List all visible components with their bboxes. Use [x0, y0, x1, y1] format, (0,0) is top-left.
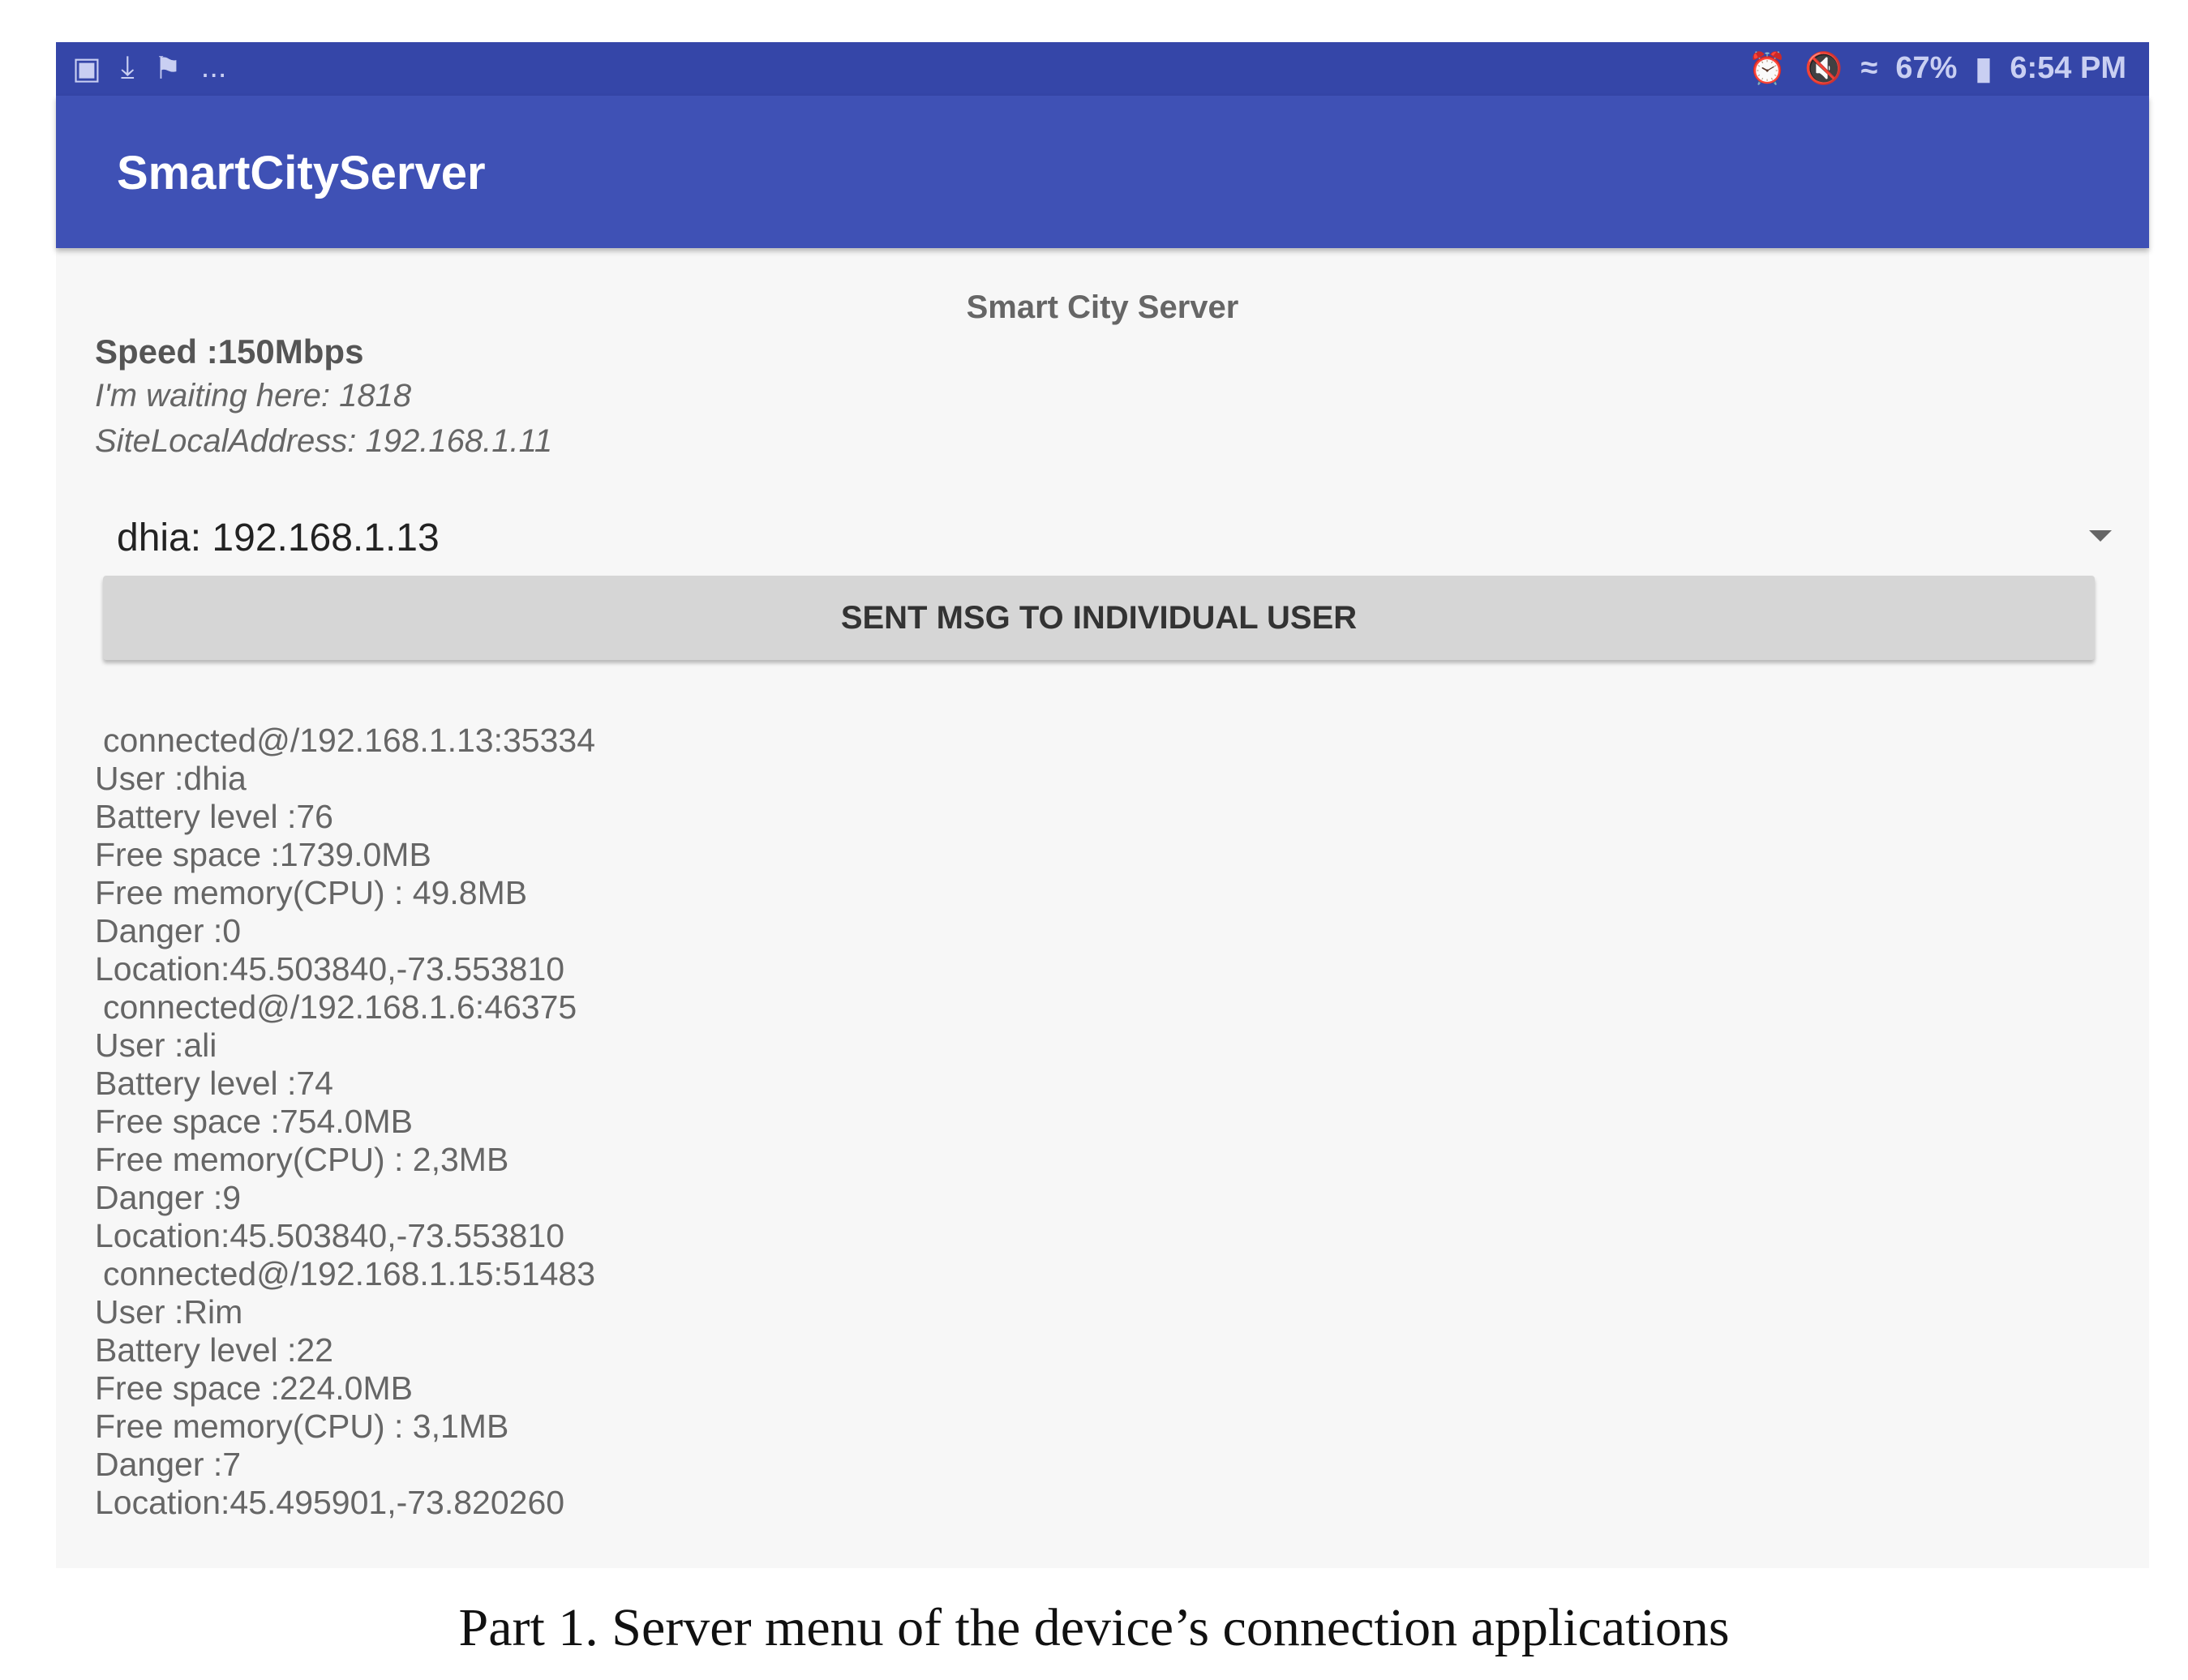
clock: 6:54 PM [2010, 51, 2126, 85]
log-line: Battery level :22 [95, 1331, 333, 1369]
more-notifications: ... [200, 50, 227, 84]
mute-icon: 🔇 [1804, 51, 1843, 86]
download-icon: ⤓ [120, 50, 135, 84]
log-line: Free memory(CPU) : 3,1MB [95, 1408, 509, 1445]
log-line: Danger :0 [95, 912, 242, 949]
connection-log: connected@/192.168.1.13:35334 User :dhia B… [95, 722, 595, 1522]
user-select-value: dhia: 192.168.1.13 [117, 516, 440, 559]
log-line: Free space :1739.0MB [95, 836, 431, 873]
app-screen: ▣ ⤓ ⚑ ... ⏰ 🔇 ≈ 67% ▮ 6:54 PM SmartCityS… [56, 42, 2149, 1568]
log-line: Free memory(CPU) : 49.8MB [95, 874, 528, 911]
log-line: Free memory(CPU) : 2,3MB [95, 1141, 509, 1178]
send-message-button[interactable]: SENT MSG TO INDIVIDUAL USER [103, 576, 2095, 660]
page-heading: Smart City Server [966, 289, 1239, 325]
wifi-icon: ≈ [1860, 51, 1878, 85]
status-bar: ▣ ⤓ ⚑ ... ⏰ 🔇 ≈ 67% ▮ 6:54 PM [56, 42, 2149, 96]
waiting-port-text: I'm waiting here: 1818 [95, 378, 412, 414]
log-line: Location:45.503840,-73.553810 [95, 950, 565, 988]
log-line: connected@/192.168.1.15:51483 [103, 1255, 596, 1292]
site-local-address-text: SiteLocalAddress: 192.168.1.11 [95, 423, 553, 459]
log-line: Danger :7 [95, 1446, 242, 1483]
app-bar: SmartCityServer [56, 96, 2149, 248]
alarm-icon: ⏰ [1748, 51, 1787, 86]
battery-percent: 67% [1895, 51, 1958, 85]
log-line: Battery level :74 [95, 1065, 333, 1102]
log-line: connected@/192.168.1.13:35334 [103, 722, 596, 759]
log-line: Free space :754.0MB [95, 1103, 413, 1140]
log-line: User :Rim [95, 1293, 243, 1331]
battery-icon: ▮ [1975, 52, 1993, 86]
log-line: Location:45.495901,-73.820260 [95, 1484, 565, 1521]
dropdown-arrow-icon [2089, 530, 2112, 542]
log-line: connected@/192.168.1.6:46375 [103, 988, 577, 1026]
log-line: User :dhia [95, 760, 247, 797]
flag-icon: ⚑ [153, 52, 182, 86]
log-line: Battery level :76 [95, 798, 333, 835]
log-line: Location:45.503840,-73.553810 [95, 1217, 565, 1254]
figure-caption: Part 1. Server menu of the device’s conn… [458, 1598, 1730, 1657]
user-select[interactable]: dhia: 192.168.1.13 [117, 504, 2112, 569]
log-line: Danger :9 [95, 1179, 242, 1216]
app-title: SmartCityServer [117, 147, 486, 199]
image-icon: ▣ [72, 52, 101, 86]
log-line: Free space :224.0MB [95, 1369, 413, 1407]
log-line: User :ali [95, 1026, 217, 1064]
speed-text: Speed :150Mbps [95, 332, 364, 371]
